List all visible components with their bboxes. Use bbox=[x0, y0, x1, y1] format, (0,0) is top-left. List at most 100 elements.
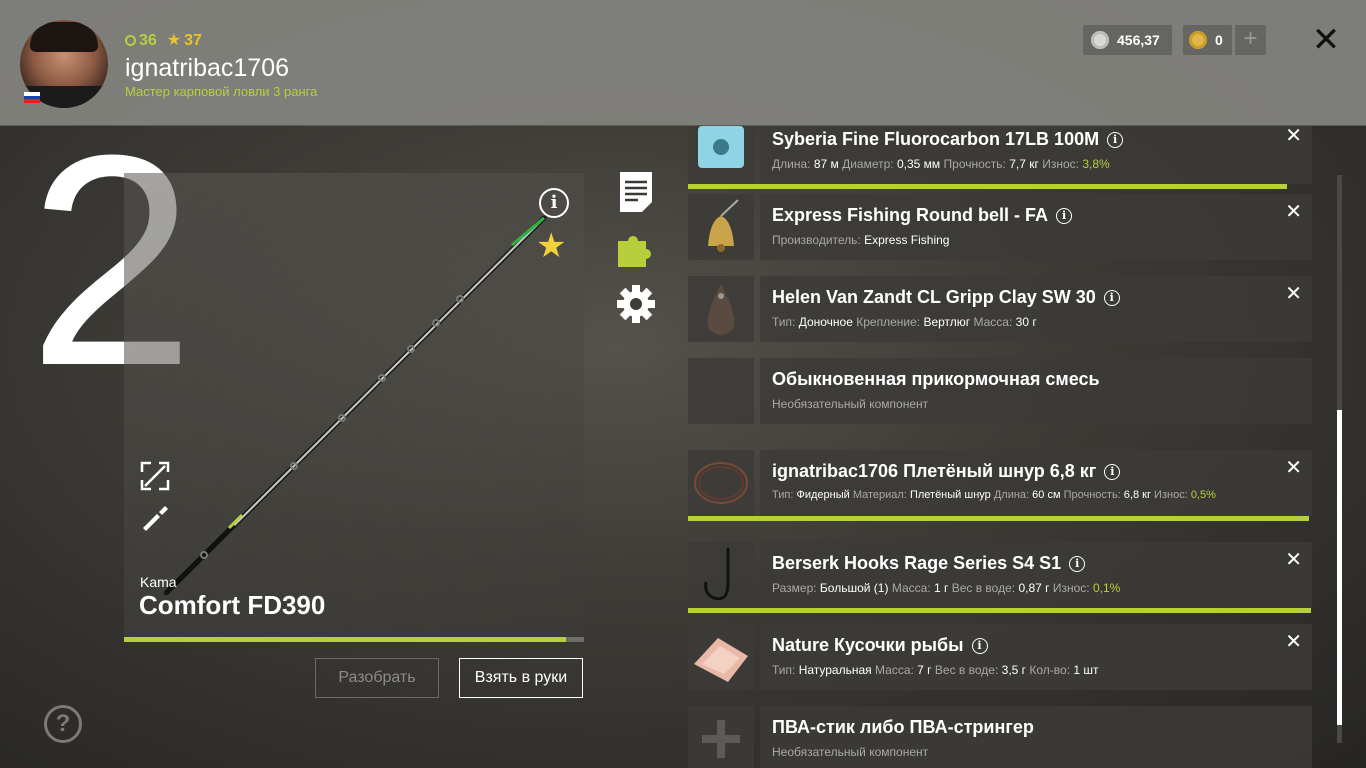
tackle-item[interactable]: Berserk Hooks Rage Series S4 S1 i Размер: … bbox=[688, 542, 1312, 608]
prop-label: Кол-во: bbox=[1029, 663, 1071, 677]
tackle-item[interactable]: Syberia Fine Fluorocarbon 17LB 100M i Длин… bbox=[688, 126, 1312, 184]
scrollbar[interactable] bbox=[1337, 175, 1342, 743]
gear-icon[interactable] bbox=[616, 284, 656, 324]
prop-label: Тип: bbox=[772, 489, 794, 501]
remove-item-icon[interactable]: ✕ bbox=[1285, 455, 1302, 480]
tackle-item-card[interactable]: Обыкновенная прикормочная смесь Необязате… bbox=[760, 358, 1312, 424]
tackle-item[interactable]: Nature Кусочки рыбы i Тип: Натуральная Мас… bbox=[688, 624, 1312, 690]
prop-value: Фидерный bbox=[796, 489, 850, 501]
tackle-item-title-text: Helen Van Zandt CL Gripp Clay SW 30 bbox=[772, 287, 1096, 307]
tackle-item-card[interactable]: ПВА-стик либо ПВА-стрингер Необязательный… bbox=[760, 706, 1312, 768]
prop-value: 3,8% bbox=[1082, 157, 1110, 171]
level-value: 36 bbox=[139, 32, 157, 49]
tackle-item-thumb[interactable] bbox=[688, 194, 754, 260]
wear-bar bbox=[688, 516, 1309, 521]
tackle-list[interactable]: Syberia Fine Fluorocarbon 17LB 100M i Длин… bbox=[688, 126, 1312, 768]
tackle-item-props: Необязательный компонент bbox=[772, 397, 928, 411]
tackle-item-thumb[interactable] bbox=[688, 450, 754, 516]
favorite-star-icon[interactable]: ★ bbox=[536, 228, 566, 264]
tackle-item-thumb[interactable] bbox=[688, 126, 754, 184]
close-button[interactable]: ✕ bbox=[1310, 22, 1342, 58]
prop-label: Масса: bbox=[891, 581, 931, 595]
tackle-item-thumb[interactable] bbox=[688, 706, 754, 768]
tackle-item-title-text: Express Fishing Round bell - FA bbox=[772, 205, 1049, 225]
info-icon[interactable]: i bbox=[1107, 132, 1124, 148]
rod-name: Comfort FD390 bbox=[139, 590, 326, 620]
gold-amount: 0 bbox=[1215, 32, 1223, 48]
tackle-item[interactable]: Helen Van Zandt CL Gripp Clay SW 30 i Тип:… bbox=[688, 276, 1312, 342]
tackle-item-card[interactable]: Helen Van Zandt CL Gripp Clay SW 30 i Тип:… bbox=[760, 276, 1312, 342]
take-in-hands-button[interactable]: Взять в руки bbox=[459, 658, 583, 698]
tackle-item-card[interactable]: ignatribac1706 Плетёный шнур 6,8 кг i Тип:… bbox=[760, 450, 1312, 516]
player-level: 36 ★ 37 bbox=[125, 30, 202, 50]
prop-value: Большой (1) bbox=[819, 581, 889, 595]
tackle-item-thumb[interactable] bbox=[688, 542, 754, 608]
prop-label: Тип: bbox=[772, 315, 796, 329]
tackle-item-card[interactable]: Nature Кусочки рыбы i Тип: Натуральная Мас… bbox=[760, 624, 1312, 690]
tackle-item-card[interactable]: Express Fishing Round bell - FA i Производ… bbox=[760, 194, 1312, 260]
info-icon[interactable]: i bbox=[1103, 290, 1120, 306]
rod-wear-bar bbox=[124, 637, 584, 642]
prop-value: Вертлюг bbox=[923, 315, 971, 329]
fish-bait-icon bbox=[694, 638, 748, 682]
paint-brush-icon[interactable] bbox=[139, 502, 171, 534]
prop-label: Материал: bbox=[852, 489, 907, 501]
tackle-item-card[interactable]: Berserk Hooks Rage Series S4 S1 i Размер: … bbox=[760, 542, 1312, 608]
prop-label: Тип: bbox=[772, 663, 796, 677]
remove-item-icon[interactable]: ✕ bbox=[1285, 126, 1302, 148]
prop-label: Износ: bbox=[1052, 581, 1090, 595]
disassemble-button[interactable]: Разобрать bbox=[315, 658, 439, 698]
prop-value: Натуральная bbox=[798, 663, 872, 677]
add-component-icon[interactable] bbox=[688, 706, 754, 768]
tackle-item-thumb[interactable] bbox=[688, 276, 754, 342]
line-spool-icon bbox=[698, 126, 744, 168]
expand-icon[interactable] bbox=[139, 460, 171, 492]
info-icon[interactable]: i bbox=[1104, 464, 1121, 480]
remove-item-icon[interactable]: ✕ bbox=[1285, 547, 1302, 572]
info-icon[interactable]: i bbox=[971, 638, 988, 654]
prop-label: Необязательный компонент bbox=[772, 745, 929, 759]
silver-balance: 456,37 bbox=[1083, 25, 1172, 55]
info-icon[interactable]: i bbox=[1069, 556, 1086, 572]
tackle-item[interactable]: ПВА-стик либо ПВА-стрингер Необязательный… bbox=[688, 706, 1312, 768]
wear-bar bbox=[688, 184, 1287, 189]
tackle-item-title-text: Обыкновенная прикормочная смесь bbox=[772, 369, 1100, 389]
remove-item-icon[interactable]: ✕ bbox=[1285, 629, 1302, 654]
prop-label: Необязательный компонент bbox=[772, 397, 929, 411]
rod-info-icon[interactable]: i bbox=[539, 188, 569, 218]
remove-item-icon[interactable]: ✕ bbox=[1285, 199, 1302, 224]
username: ignatribac1706 bbox=[125, 54, 290, 82]
tackle-item[interactable]: Обыкновенная прикормочная смесь Необязате… bbox=[688, 358, 1312, 424]
remove-item-icon[interactable]: ✕ bbox=[1285, 281, 1302, 306]
prop-label: Длина: bbox=[993, 489, 1030, 501]
document-icon[interactable] bbox=[620, 172, 652, 212]
tackle-item-title-text: ignatribac1706 Плетёный шнур 6,8 кг bbox=[772, 461, 1097, 481]
prop-label: Крепление: bbox=[856, 315, 921, 329]
tackle-item-thumb[interactable] bbox=[688, 358, 754, 424]
tackle-item[interactable]: ignatribac1706 Плетёный шнур 6,8 кг i Тип:… bbox=[688, 450, 1312, 516]
profile-header: 36 ★ 37 ignatribac1706 Мастер карповой лов… bbox=[0, 0, 1366, 126]
tackle-item-props: Длина: 87 м Диаметр: 0,35 мм Прочность: … bbox=[772, 157, 1110, 171]
prop-value: Express Fishing bbox=[864, 233, 950, 247]
gold-coin-icon bbox=[1189, 31, 1207, 49]
prop-value: 0,1% bbox=[1092, 581, 1121, 595]
tackle-item-title-text: Nature Кусочки рыбы bbox=[772, 635, 964, 655]
prop-label: Производитель: bbox=[772, 233, 861, 247]
prop-value: 7 г bbox=[917, 663, 932, 677]
avatar-hair bbox=[30, 22, 98, 52]
puzzle-icon[interactable] bbox=[616, 229, 656, 269]
tackle-item-title: Express Fishing Round bell - FA i bbox=[772, 205, 1073, 226]
prop-value: 1 г bbox=[933, 581, 949, 595]
tackle-item-title: Nature Кусочки рыбы i bbox=[772, 635, 988, 656]
tackle-item-title-text: Syberia Fine Fluorocarbon 17LB 100M bbox=[772, 129, 1100, 149]
tackle-item-thumb[interactable] bbox=[688, 624, 754, 690]
prop-value: 87 м bbox=[813, 157, 839, 171]
info-icon[interactable]: i bbox=[1056, 208, 1073, 224]
tackle-item[interactable]: Express Fishing Round bell - FA i Производ… bbox=[688, 194, 1312, 260]
scrollbar-thumb[interactable] bbox=[1337, 410, 1342, 725]
help-icon[interactable]: ? bbox=[44, 705, 82, 743]
tackle-item-title-text: Berserk Hooks Rage Series S4 S1 bbox=[772, 553, 1062, 573]
tackle-item-card[interactable]: Syberia Fine Fluorocarbon 17LB 100M i Длин… bbox=[760, 126, 1312, 184]
add-gold-button[interactable]: + bbox=[1235, 25, 1266, 55]
rod-card[interactable] bbox=[124, 173, 584, 641]
